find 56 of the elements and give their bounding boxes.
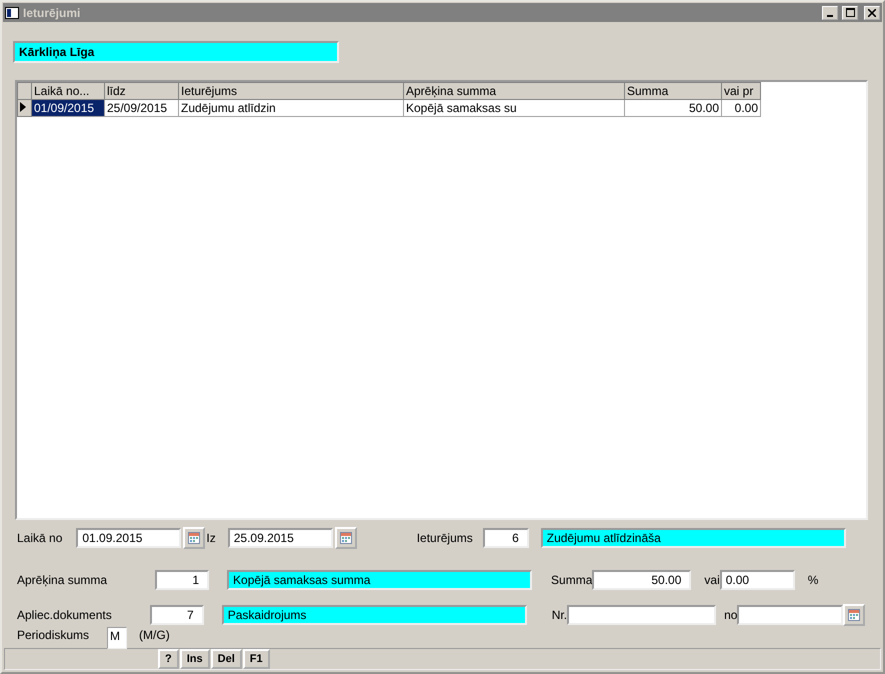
date-field[interactable] <box>737 605 844 625</box>
calendar-icon <box>188 532 200 544</box>
calendar-button[interactable] <box>183 527 206 549</box>
field-label: Nr. <box>552 608 568 622</box>
doc-name-field[interactable]: Paskaidrojums <box>222 605 527 625</box>
window-title: Ieturējumi <box>23 6 82 20</box>
table-cell: Kopējā samaksas su <box>404 100 624 116</box>
employee-name-field: Kārkliņa Līga <box>13 41 339 63</box>
code-field[interactable]: 7 <box>150 605 204 625</box>
column-header[interactable]: Laikā no... <box>32 82 104 100</box>
deduction-name-field[interactable]: Zudējumu atlīdzināša <box>540 528 846 548</box>
field-label: Apliec.dokuments <box>17 608 112 622</box>
field-label: Laikā no <box>17 531 62 545</box>
field-label: no <box>724 608 738 622</box>
calendar-icon <box>848 609 860 621</box>
toolbar-button[interactable]: ? <box>158 649 179 669</box>
number-field[interactable] <box>567 605 716 625</box>
minimize-icon <box>827 14 833 16</box>
field-label: % <box>808 573 818 587</box>
column-header[interactable]: līdz <box>104 82 178 100</box>
sum-field[interactable]: 50.00 <box>592 570 692 590</box>
calc-name-field[interactable]: Kopējā samaksas summa <box>227 570 532 590</box>
percent-field[interactable]: 0.00 <box>720 570 795 590</box>
table-cell: Zudējumu atlīdzin <box>178 100 404 116</box>
table-cell: 25/09/2015 <box>104 100 178 116</box>
date-field[interactable]: 01.09.2015 <box>76 528 182 548</box>
table-cell: 01/09/2015 <box>32 100 104 116</box>
toolbar-button[interactable]: Ins <box>180 649 210 669</box>
maximize-button[interactable] <box>842 6 858 20</box>
window-icon <box>5 6 19 18</box>
table-cell: 50.00 <box>624 100 722 116</box>
minimize-button[interactable] <box>822 6 838 20</box>
close-icon <box>868 8 876 16</box>
field-label: Summa <box>551 573 592 587</box>
field-label: Aprēķina summa <box>17 573 108 587</box>
toolbar-button[interactable]: Del <box>210 649 242 669</box>
toolbar-button[interactable]: F1 <box>242 649 270 669</box>
code-field[interactable]: 6 <box>482 528 529 548</box>
hint-label: (M/G) <box>139 628 170 642</box>
period-field[interactable]: M <box>107 627 128 649</box>
date-field[interactable]: 25.09.2015 <box>228 528 333 548</box>
calendar-icon <box>340 532 352 544</box>
column-header[interactable]: Summa <box>624 82 722 100</box>
field-label: vai <box>704 573 720 587</box>
column-header[interactable]: vai pr <box>722 82 760 100</box>
column-header[interactable]: Aprēķina summa <box>404 82 624 100</box>
calendar-button[interactable] <box>843 604 866 626</box>
calendar-button[interactable] <box>334 527 357 549</box>
field-label: Ieturējums <box>416 531 473 545</box>
column-header[interactable]: Ieturējums <box>178 82 404 100</box>
field-label: Iz <box>206 531 216 545</box>
table-cell: 0.00 <box>722 100 760 116</box>
field-label: Periodiskums <box>17 628 90 642</box>
maximize-icon <box>846 8 854 17</box>
close-button[interactable] <box>864 6 880 20</box>
code-field[interactable]: 1 <box>155 570 210 590</box>
